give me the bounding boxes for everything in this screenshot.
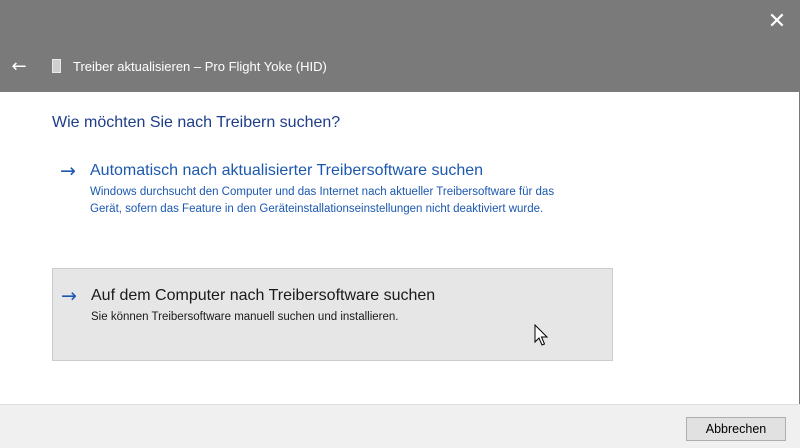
page-heading: Wie möchten Sie nach Treibern suchen? — [52, 114, 341, 131]
back-arrow-icon: ← — [11, 55, 27, 77]
option-browse-computer[interactable]: → Auf dem Computer nach Treibersoftware … — [52, 268, 613, 361]
back-button[interactable]: ← — [0, 48, 38, 84]
cancel-button[interactable]: Abbrechen — [686, 417, 786, 441]
dialog-footer: Abbrechen — [0, 404, 800, 448]
option-title: Auf dem Computer nach Treibersoftware su… — [91, 287, 436, 304]
option-description: Windows durchsucht den Computer und das … — [90, 186, 555, 215]
option-search-automatically[interactable]: → Automatisch nach aktualisierter Treibe… — [52, 160, 612, 242]
update-driver-dialog: ✕ ← Treiber aktualisieren – Pro Flight Y… — [0, 0, 800, 448]
dialog-title: Treiber aktualisieren – Pro Flight Yoke … — [73, 58, 327, 74]
mouse-cursor-icon — [534, 324, 549, 346]
option-title: Automatisch nach aktualisierter Treibers… — [90, 162, 484, 179]
option-description: Sie können Treibersoftware manuell suche… — [91, 311, 399, 323]
arrow-right-icon: → — [60, 160, 76, 182]
arrow-right-icon: → — [61, 285, 77, 307]
close-button[interactable]: ✕ — [754, 0, 800, 44]
dialog-content: Wie möchten Sie nach Treibern suchen? → … — [0, 92, 800, 404]
device-icon — [52, 59, 61, 73]
close-icon: ✕ — [767, 9, 787, 34]
title-bar: ✕ ← Treiber aktualisieren – Pro Flight Y… — [0, 0, 800, 92]
wizard-header: ← Treiber aktualisieren – Pro Flight Yok… — [0, 48, 800, 84]
